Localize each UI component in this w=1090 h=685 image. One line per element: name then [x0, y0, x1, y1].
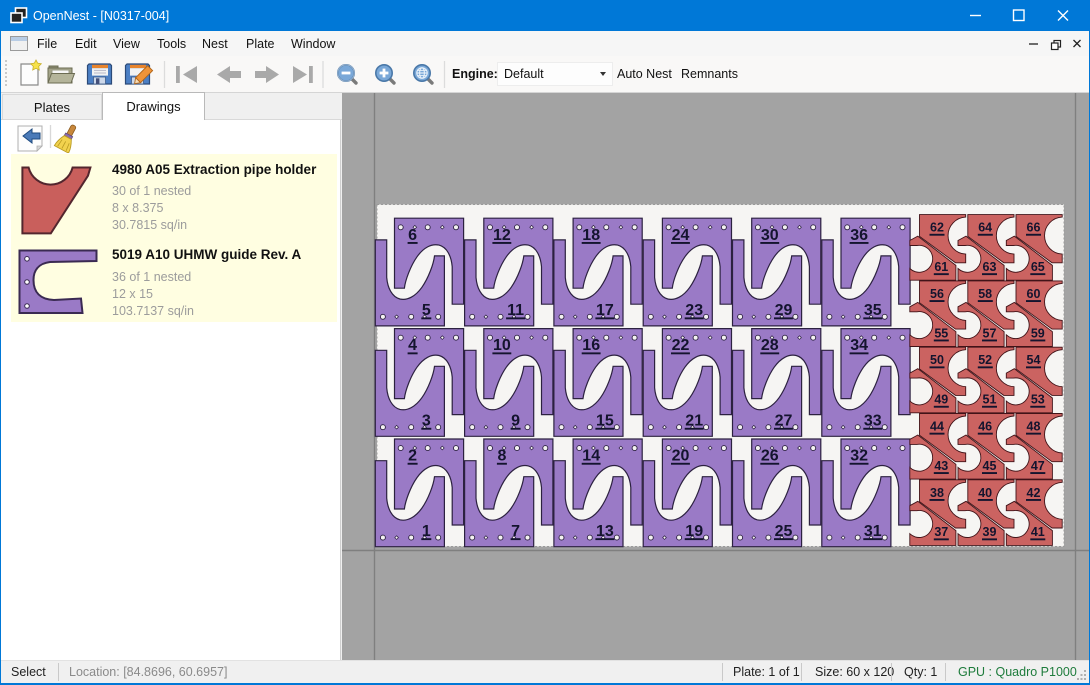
svg-text:43: 43: [934, 459, 948, 473]
svg-text:15: 15: [596, 413, 614, 430]
svg-text:51: 51: [983, 393, 997, 407]
svg-text:17: 17: [596, 302, 614, 319]
svg-text:52: 52: [978, 353, 992, 367]
svg-text:27: 27: [775, 413, 793, 430]
svg-text:13: 13: [596, 523, 614, 540]
svg-text:32: 32: [850, 448, 868, 465]
svg-text:8: 8: [497, 448, 506, 465]
svg-text:2: 2: [408, 448, 417, 465]
svg-text:46: 46: [978, 420, 992, 434]
svg-text:36: 36: [850, 227, 868, 244]
svg-text:44: 44: [930, 420, 944, 434]
svg-text:64: 64: [978, 221, 992, 235]
svg-text:40: 40: [978, 486, 992, 500]
svg-text:9: 9: [511, 413, 520, 430]
svg-text:50: 50: [930, 353, 944, 367]
svg-text:41: 41: [1031, 525, 1045, 539]
svg-text:22: 22: [672, 337, 690, 354]
svg-text:54: 54: [1027, 353, 1041, 367]
svg-text:49: 49: [934, 393, 948, 407]
svg-text:26: 26: [761, 448, 779, 465]
svg-text:24: 24: [672, 227, 690, 244]
svg-text:65: 65: [1031, 260, 1045, 274]
svg-text:11: 11: [507, 302, 524, 319]
svg-text:1: 1: [422, 523, 431, 540]
svg-text:30: 30: [761, 227, 779, 244]
svg-text:4: 4: [408, 337, 417, 354]
svg-text:37: 37: [934, 525, 948, 539]
svg-text:12: 12: [493, 227, 511, 244]
svg-text:33: 33: [864, 413, 882, 430]
svg-text:16: 16: [582, 337, 600, 354]
svg-text:63: 63: [983, 260, 997, 274]
svg-text:56: 56: [930, 287, 944, 301]
svg-text:23: 23: [685, 302, 703, 319]
svg-text:20: 20: [672, 448, 690, 465]
svg-text:19: 19: [685, 523, 703, 540]
svg-text:45: 45: [983, 459, 997, 473]
svg-text:3: 3: [422, 413, 431, 430]
svg-text:53: 53: [1031, 393, 1045, 407]
svg-text:6: 6: [408, 227, 417, 244]
svg-text:59: 59: [1031, 326, 1045, 340]
svg-text:25: 25: [775, 523, 793, 540]
svg-text:42: 42: [1027, 486, 1041, 500]
svg-text:58: 58: [978, 287, 992, 301]
svg-text:38: 38: [930, 486, 944, 500]
svg-text:29: 29: [775, 302, 793, 319]
svg-text:55: 55: [934, 326, 948, 340]
svg-text:48: 48: [1027, 420, 1041, 434]
svg-text:10: 10: [493, 337, 511, 354]
svg-text:7: 7: [511, 523, 520, 540]
svg-text:66: 66: [1027, 221, 1041, 235]
svg-text:35: 35: [864, 302, 882, 319]
svg-text:61: 61: [934, 260, 948, 274]
svg-text:39: 39: [983, 525, 997, 539]
svg-text:62: 62: [930, 221, 944, 235]
svg-text:28: 28: [761, 337, 779, 354]
svg-text:21: 21: [685, 413, 703, 430]
svg-text:34: 34: [850, 337, 868, 354]
svg-text:14: 14: [582, 448, 600, 465]
svg-text:47: 47: [1031, 459, 1045, 473]
svg-text:31: 31: [864, 523, 882, 540]
svg-text:5: 5: [422, 302, 431, 319]
svg-text:57: 57: [983, 326, 997, 340]
svg-text:60: 60: [1027, 287, 1041, 301]
svg-text:18: 18: [582, 227, 600, 244]
